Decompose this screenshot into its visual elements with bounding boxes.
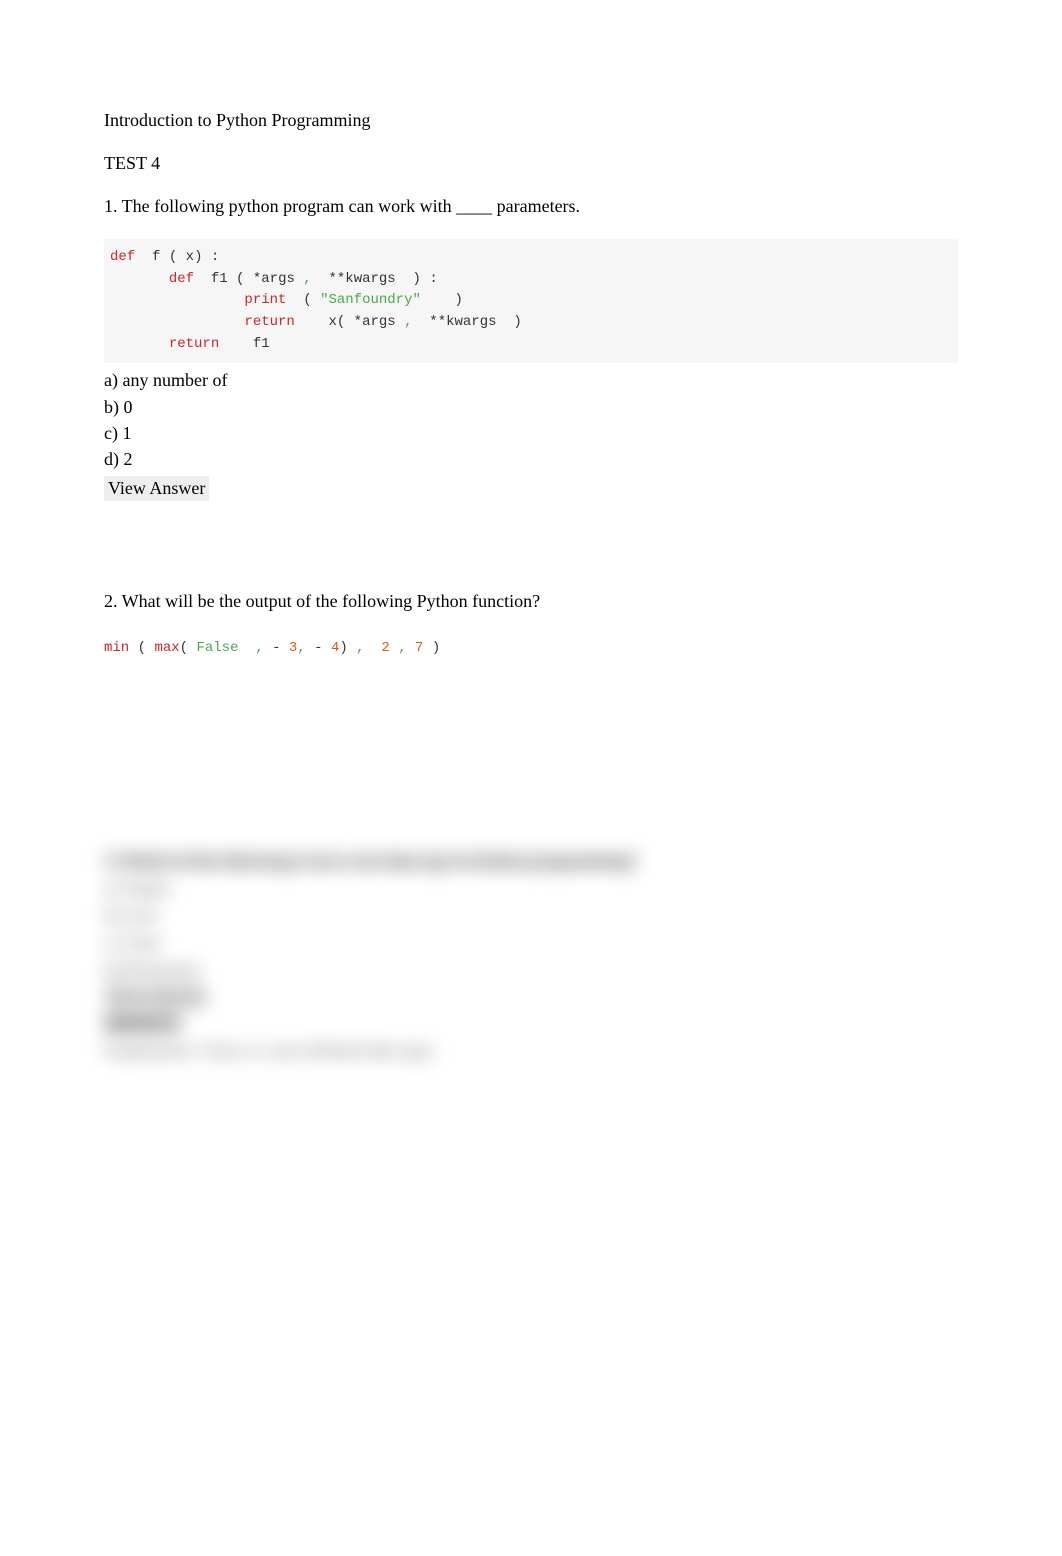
comma: , — [404, 314, 412, 330]
question-1-options: a) any number of b) 0 c) 1 d) 2 — [104, 367, 958, 471]
comma: , — [297, 640, 305, 656]
blurred-option-a: a) Tuples — [104, 875, 958, 902]
blurred-option-c: c) Class — [104, 929, 958, 956]
code-text: x — [295, 314, 337, 330]
comma: , — [238, 640, 263, 656]
code-text: x — [186, 249, 194, 265]
fn-max: max — [154, 640, 179, 656]
paren-open: ( — [337, 314, 345, 330]
literal-false: False — [196, 640, 238, 656]
paren-close: ) — [432, 640, 440, 656]
blurred-preview: 3. Which of the following is not a core … — [104, 848, 958, 1064]
option-a: a) any number of — [104, 367, 958, 393]
question-1-prompt: 1. The following python program can work… — [104, 196, 958, 217]
paren-open: ( — [169, 249, 177, 265]
paren-open: ( — [138, 640, 146, 656]
question-1-code: def f ( x) : def f1 ( *args , **kwargs )… — [104, 239, 958, 363]
keyword-def: def — [169, 271, 194, 287]
code-text: *args — [253, 271, 295, 287]
paren-close: ) — [413, 271, 421, 287]
string-literal: "Sanfoundry" — [320, 292, 421, 308]
blurred-explanation: Explanation: Class is a user-defined dat… — [104, 1037, 958, 1064]
code-text: f1 — [194, 271, 228, 287]
blurred-option-b: b) Lists — [104, 902, 958, 929]
paren-close: ) — [513, 314, 521, 330]
paren-close: ) — [339, 640, 347, 656]
number-2: 2 — [365, 640, 390, 656]
colon: : — [211, 249, 219, 265]
blurred-option-d: d) Dictionary — [104, 956, 958, 983]
keyword-print: print — [244, 292, 286, 308]
paren-close: ) — [421, 292, 463, 308]
paren-open: ( — [286, 292, 311, 308]
blurred-view-answer: View Answer — [104, 983, 207, 1010]
blurred-question: 3. Which of the following is not a core … — [104, 851, 637, 871]
paren-close: ) — [194, 249, 202, 265]
keyword-return: return — [244, 314, 294, 330]
test-label: TEST 4 — [104, 153, 958, 174]
comma: , — [398, 640, 406, 656]
colon: : — [429, 271, 437, 287]
code-text: f — [135, 249, 160, 265]
keyword-return: return — [169, 336, 219, 352]
code-text: **kwargs — [312, 271, 396, 287]
number-7: 7 — [415, 640, 423, 656]
view-answer-button[interactable]: View Answer — [104, 476, 209, 501]
option-d: d) 2 — [104, 446, 958, 472]
code-text: **kwargs — [413, 314, 497, 330]
paren-open: ( — [236, 271, 244, 287]
code-text: *args — [354, 314, 396, 330]
page-title: Introduction to Python Programming — [104, 110, 958, 131]
fn-min: min — [104, 640, 129, 656]
option-c: c) 1 — [104, 420, 958, 446]
minus: - — [272, 640, 280, 656]
comma: , — [303, 271, 311, 287]
question-2-prompt: 2. What will be the output of the follow… — [104, 591, 958, 612]
blurred-answer: Answer: c — [104, 1013, 181, 1033]
minus: - — [314, 640, 322, 656]
keyword-def: def — [110, 249, 135, 265]
question-2-code: min ( max( False , - 3, - 4) , 2 , 7 ) — [104, 638, 958, 658]
comma: , — [356, 640, 364, 656]
paren-open: ( — [180, 640, 188, 656]
code-text: f1 — [219, 336, 269, 352]
option-b: b) 0 — [104, 394, 958, 420]
